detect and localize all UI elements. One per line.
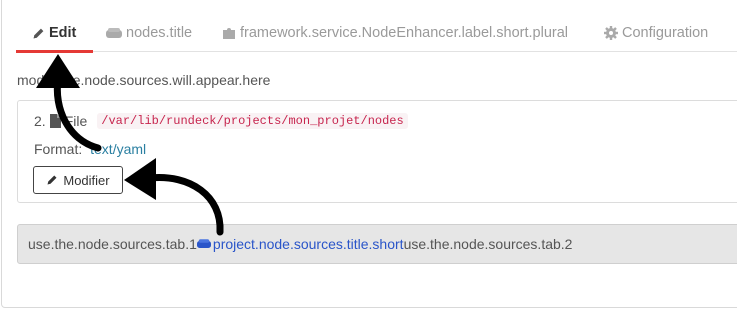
modify-button-label: Modifier xyxy=(63,172,110,188)
tab-configuration[interactable]: Configuration xyxy=(604,14,708,52)
server-icon xyxy=(106,27,122,39)
source-path: /var/lib/rundeck/projects/mon_projet/nod… xyxy=(97,113,408,129)
format-label: Format: xyxy=(34,141,83,157)
pencil-icon xyxy=(32,27,45,40)
pencil-icon xyxy=(46,174,58,186)
modify-button[interactable]: Modifier xyxy=(33,166,123,194)
sub-tab-1[interactable]: use.the.node.sources.tab.1 xyxy=(28,236,197,252)
source-index: 2. xyxy=(34,113,46,129)
format-value: text/yaml xyxy=(90,141,147,157)
server-icon xyxy=(196,239,211,249)
sub-tab-2[interactable]: use.the.node.sources.tab.2 xyxy=(404,236,573,252)
sub-tab-sources-link[interactable]: project.node.sources.title.short xyxy=(196,236,404,252)
gear-icon xyxy=(604,26,618,40)
sub-tab-link-label: project.node.sources.title.short xyxy=(212,236,404,252)
source-header: 2. File /var/lib/rundeck/projects/mon_pr… xyxy=(34,113,408,129)
puzzle-icon xyxy=(222,26,236,40)
tab-nodes-label: nodes.title xyxy=(126,25,193,41)
source-title: File xyxy=(64,113,88,129)
tab-edit[interactable]: Edit xyxy=(16,14,93,53)
tab-bar: Edit nodes.title framework.service.NodeE… xyxy=(16,14,737,53)
file-icon xyxy=(49,114,61,128)
source-format: Format: text/yaml xyxy=(34,141,146,157)
node-sources-tab-bar: use.the.node.sources.tab.1 project.node.… xyxy=(17,224,737,264)
tab-configuration-label: Configuration xyxy=(622,25,709,41)
tab-edit-label: Edit xyxy=(49,25,77,41)
tab-node-enhancers-label: framework.service.NodeEnhancer.label.sho… xyxy=(240,25,569,41)
tab-nodes[interactable]: nodes.title xyxy=(106,14,192,52)
info-text: modify.the.node.sources.will.appear.here xyxy=(17,72,271,88)
tab-node-enhancers[interactable]: framework.service.NodeEnhancer.label.sho… xyxy=(222,14,568,52)
node-source-card: 2. File /var/lib/rundeck/projects/mon_pr… xyxy=(17,100,737,203)
